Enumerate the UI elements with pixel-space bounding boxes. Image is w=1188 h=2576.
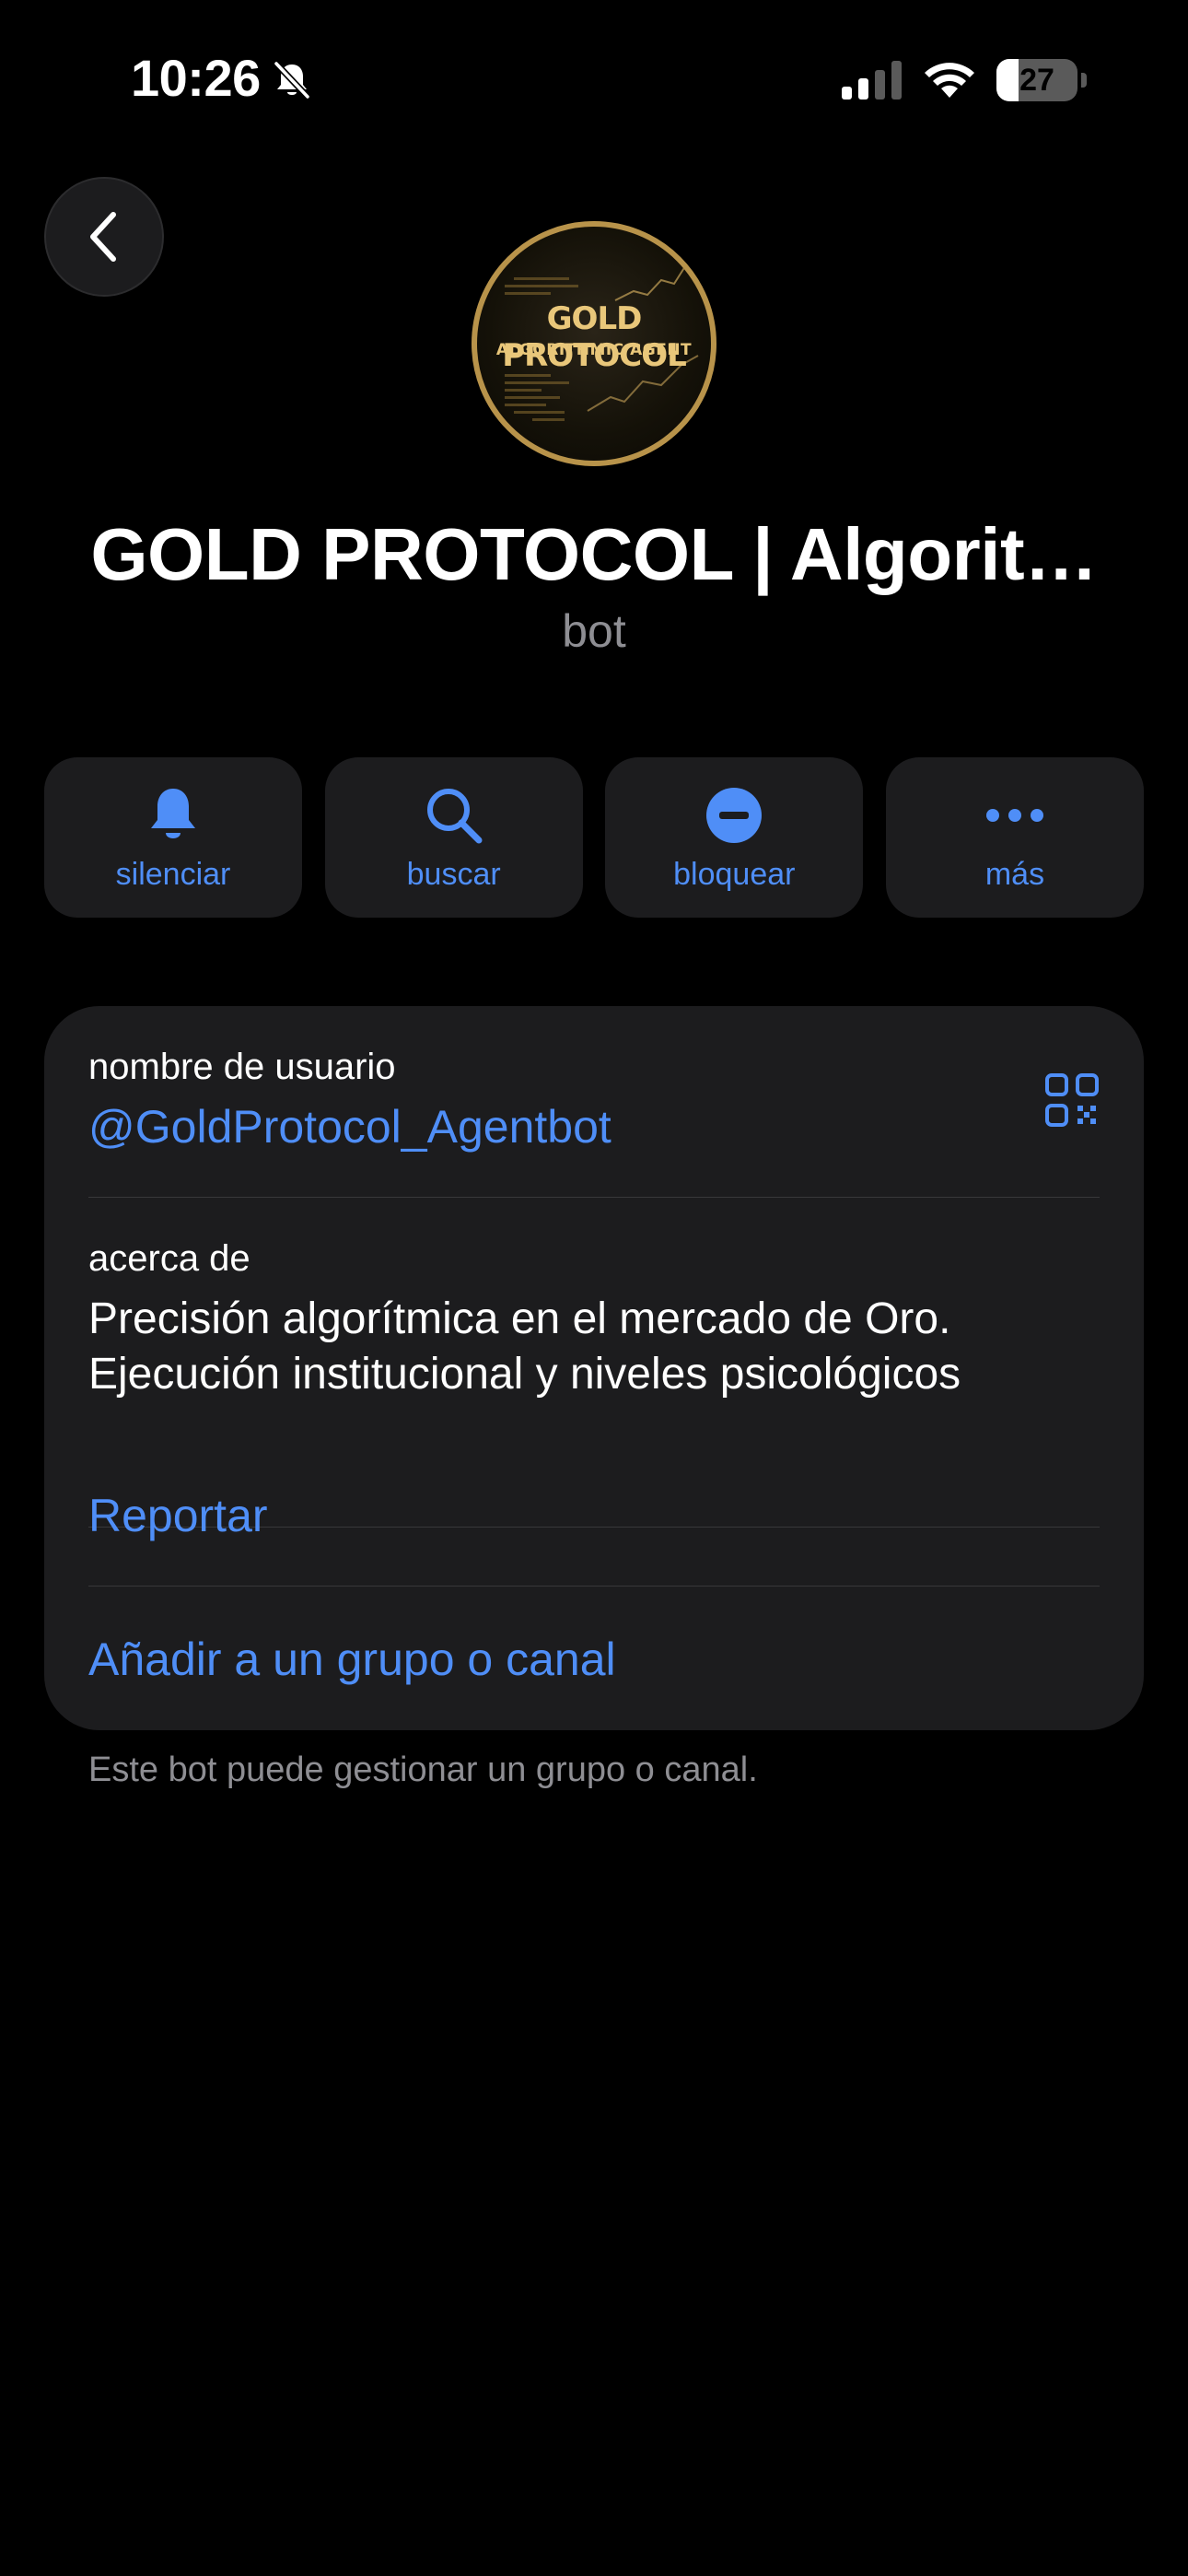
qr-code-icon[interactable]	[1044, 1072, 1100, 1128]
add-to-group-row[interactable]: Añadir a un grupo o canal	[88, 1587, 1100, 1730]
avatar-subtitle: ALGORITHMIC AGENT	[495, 341, 693, 359]
search-label: buscar	[406, 857, 501, 892]
about-text: Precisión algorítmica en el mercado de O…	[88, 1292, 1100, 1402]
action-bar: silenciar buscar bloquear más	[44, 757, 1144, 918]
block-label: bloquear	[673, 857, 796, 892]
mute-button[interactable]: silenciar	[44, 757, 302, 918]
info-card: nombre de usuario @GoldProtocol_Agentbot…	[44, 1006, 1144, 1730]
about-label: acerca de	[88, 1238, 250, 1279]
bell-icon	[151, 789, 195, 838]
username-label: nombre de usuario	[88, 1047, 396, 1087]
chevron-left-icon	[90, 212, 116, 262]
battery-icon: 27	[996, 59, 1087, 101]
more-icon	[985, 809, 1043, 822]
report-row[interactable]: Reportar	[88, 1443, 1100, 1587]
block-button[interactable]: bloquear	[605, 757, 864, 918]
profile-name: GOLD PROTOCOL | Algorit…	[90, 513, 1098, 595]
more-label: más	[984, 857, 1045, 892]
add-to-group-link[interactable]: Añadir a un grupo o canal	[88, 1633, 616, 1686]
status-bar: 10:26 27	[0, 0, 1188, 157]
about-line-1: Precisión algorítmica en el mercado de O…	[88, 1294, 951, 1343]
battery-level: 27	[1019, 63, 1054, 98]
report-link[interactable]: Reportar	[88, 1489, 268, 1542]
status-time: 10:26	[131, 49, 261, 107]
back-button[interactable]	[44, 177, 164, 297]
search-button[interactable]: buscar	[324, 757, 583, 918]
profile-subtitle: bot	[562, 605, 626, 657]
avatar-title: GOLD PROTOCOL	[502, 300, 687, 374]
more-button[interactable]: más	[885, 757, 1144, 918]
about-line-2: Ejecución institucional y niveles psicol…	[88, 1350, 961, 1399]
profile-avatar[interactable]: GOLD PROTOCOL ALGORITHMIC AGENT	[472, 221, 716, 466]
mute-label: silenciar	[115, 857, 231, 892]
wifi-icon	[925, 63, 974, 98]
block-icon	[706, 788, 763, 843]
search-icon	[426, 789, 483, 844]
username-row[interactable]: nombre de usuario @GoldProtocol_Agentbot	[88, 1006, 1100, 1198]
bell-slash-icon	[274, 61, 310, 100]
username-link[interactable]: @GoldProtocol_Agentbot	[88, 1100, 611, 1153]
footer-note: Este bot puede gestionar un grupo o cana…	[88, 1751, 758, 1789]
cellular-signal-icon	[842, 61, 902, 100]
